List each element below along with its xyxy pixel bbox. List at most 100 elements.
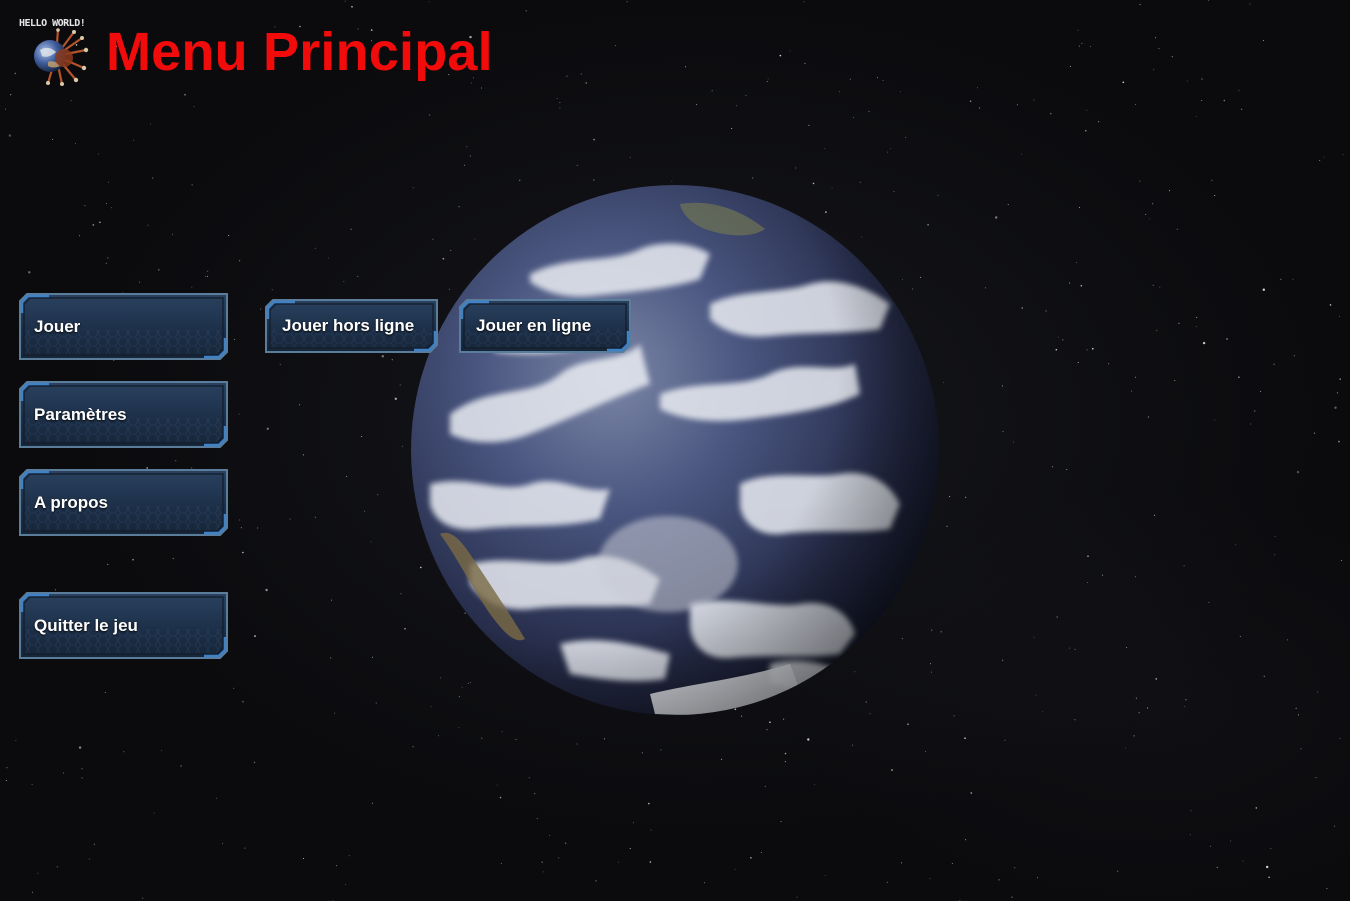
star [1214, 195, 1216, 196]
star [391, 359, 393, 361]
star [357, 275, 359, 277]
play-button-label: Jouer [34, 316, 81, 336]
star [1013, 441, 1015, 443]
star [925, 750, 927, 752]
play-button[interactable]: Jouer [18, 292, 229, 361]
star [336, 865, 338, 867]
star [1086, 109, 1088, 111]
star [106, 203, 107, 205]
star [1226, 338, 1228, 340]
star [1189, 834, 1191, 836]
star [302, 454, 304, 456]
star [328, 257, 329, 259]
star [348, 855, 350, 857]
star [629, 156, 631, 158]
star [400, 593, 402, 595]
star [1339, 737, 1341, 739]
star [28, 271, 31, 274]
star [807, 738, 810, 741]
star [481, 737, 483, 739]
star [428, 114, 431, 116]
star [1287, 639, 1289, 641]
star [206, 275, 208, 277]
star [1002, 431, 1004, 432]
star [1296, 470, 1300, 474]
star [536, 818, 538, 820]
star [1066, 469, 1068, 470]
star [859, 181, 861, 183]
star [260, 308, 262, 310]
star [946, 525, 948, 527]
star [147, 224, 149, 226]
settings-button[interactable]: Paramètres [18, 380, 229, 449]
star [5, 780, 7, 781]
star [108, 181, 109, 183]
star [533, 792, 536, 795]
star [824, 875, 826, 877]
star [1158, 48, 1160, 50]
about-button[interactable]: A propos [18, 468, 229, 537]
star [1090, 45, 1092, 47]
star [907, 723, 909, 725]
star [303, 858, 304, 859]
star [88, 858, 90, 860]
star [979, 107, 980, 109]
star [81, 777, 83, 779]
star [56, 866, 58, 868]
star [93, 843, 95, 845]
star [222, 843, 224, 845]
star [1295, 707, 1297, 709]
star [1152, 284, 1154, 286]
star [1235, 544, 1237, 546]
star [466, 146, 468, 148]
star [1033, 636, 1035, 638]
star [977, 87, 978, 89]
star [412, 746, 414, 748]
star [1147, 707, 1148, 709]
star [481, 87, 482, 89]
star [1210, 845, 1212, 847]
game-logo: HELLO WORLD! [18, 16, 90, 86]
star [81, 768, 83, 770]
star [1260, 391, 1262, 392]
star [1254, 410, 1256, 412]
star [1035, 694, 1037, 696]
quit-game-button[interactable]: Quitter le jeu [18, 591, 229, 660]
star [1201, 100, 1203, 101]
star [74, 142, 76, 144]
star [1339, 315, 1341, 317]
star [1131, 390, 1133, 392]
star [244, 847, 246, 849]
star [1190, 810, 1192, 812]
page-title: Menu Principal [106, 22, 493, 82]
star [299, 404, 301, 406]
star [1074, 648, 1076, 650]
star [780, 820, 782, 822]
star [752, 177, 754, 179]
star [314, 516, 316, 518]
star [370, 541, 372, 543]
star [1139, 180, 1141, 182]
star [1098, 121, 1100, 123]
star [1077, 29, 1079, 31]
star [1159, 286, 1161, 288]
star [1069, 282, 1071, 284]
star [1074, 719, 1076, 721]
star [233, 687, 235, 689]
star [783, 718, 785, 720]
star [965, 496, 967, 498]
star [1202, 341, 1206, 345]
star [626, 1, 628, 3]
play-offline-button[interactable]: Jouer hors ligne [264, 298, 439, 354]
star [153, 812, 155, 814]
star [1339, 378, 1341, 380]
star [641, 752, 643, 754]
star [1315, 777, 1317, 779]
star [1195, 115, 1197, 117]
star [1255, 807, 1258, 809]
star [123, 751, 125, 753]
star [1184, 706, 1185, 708]
star [105, 262, 107, 264]
star [814, 784, 816, 786]
play-online-button[interactable]: Jouer en ligne [458, 298, 632, 354]
